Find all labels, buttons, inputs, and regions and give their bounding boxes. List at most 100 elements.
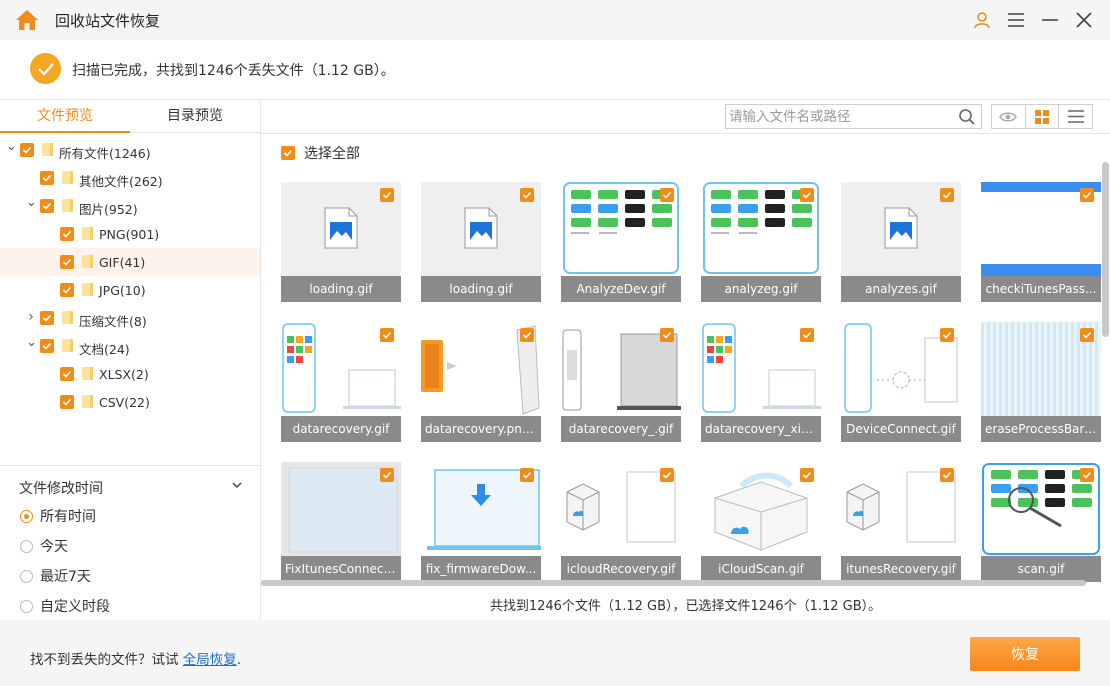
checkbox[interactable] (1080, 468, 1094, 482)
file-card[interactable]: DeviceConnect.gif (841, 322, 961, 442)
radio-button[interactable] (20, 539, 33, 553)
file-card[interactable]: analyzes.gif (841, 182, 961, 302)
file-card[interactable]: loading.gif (281, 182, 401, 302)
chevron-down-icon[interactable]: ⌄ (26, 336, 37, 349)
global-recovery-link[interactable]: 全局恢复 (183, 652, 237, 668)
file-name: datarecovery.png... (421, 416, 541, 442)
tree-node[interactable]: CSV(22) (0, 388, 260, 416)
file-card[interactable]: datarecovery_.gif (561, 322, 681, 442)
checkbox[interactable] (660, 188, 674, 202)
radio-last-7-days[interactable]: 最近7天 (20, 566, 91, 586)
checkbox[interactable] (800, 328, 814, 342)
minimize-icon[interactable] (1039, 9, 1061, 31)
global-recovery-hint: 找不到丢失的文件？试试 全局恢复. (30, 652, 242, 668)
radio-custom-range[interactable]: 自定义时段 (20, 596, 110, 616)
file-card[interactable]: scan.gif (981, 462, 1101, 582)
file-name: icloudRecovery.gif (561, 556, 681, 582)
chevron-down-icon[interactable]: ⌄ (26, 196, 37, 209)
user-icon[interactable] (971, 9, 993, 31)
checkbox[interactable] (60, 395, 74, 409)
file-card[interactable]: datarecovery.png... (421, 322, 541, 442)
checkbox[interactable] (660, 328, 674, 342)
tree-node[interactable]: ⌄ 文档(24) (0, 332, 260, 360)
checkbox[interactable] (1080, 188, 1094, 202)
tree-node[interactable]: XLSX(2) (0, 360, 260, 388)
file-card[interactable]: eraseProcessBar_... (981, 322, 1101, 442)
horizontal-scrollbar[interactable] (261, 580, 1086, 586)
recover-button[interactable]: 恢复 (970, 637, 1080, 671)
checkbox[interactable] (800, 468, 814, 482)
radio-button[interactable] (20, 509, 33, 523)
checkbox[interactable] (60, 227, 74, 241)
checkbox[interactable] (940, 328, 954, 342)
tab-file-preview[interactable]: 文件预览 (0, 100, 130, 133)
checkbox[interactable] (20, 143, 34, 157)
checkbox[interactable] (800, 188, 814, 202)
search-input[interactable] (729, 107, 954, 126)
checkbox[interactable] (40, 311, 54, 325)
checkbox[interactable] (40, 339, 54, 353)
file-card[interactable]: AnalyzeDev.gif (561, 182, 681, 302)
chevron-down-icon[interactable] (232, 480, 242, 490)
file-card[interactable]: FixItunesConnect.... (281, 462, 401, 582)
checkbox[interactable] (60, 255, 74, 269)
tree-node-label: 图片(952) (79, 202, 138, 217)
tab-directory-preview[interactable]: 目录预览 (130, 100, 260, 133)
folder-icon (82, 395, 93, 408)
checkbox[interactable] (40, 199, 54, 213)
file-card[interactable]: itunesRecovery.gif (841, 462, 961, 582)
file-name: AnalyzeDev.gif (561, 276, 681, 302)
menu-icon[interactable] (1005, 9, 1027, 31)
checkbox[interactable] (380, 468, 394, 482)
select-all-checkbox[interactable]: 选择全部 (281, 145, 360, 162)
search-icon[interactable] (958, 108, 976, 126)
checkbox[interactable] (1080, 328, 1094, 342)
file-name: iCloudScan.gif (701, 556, 821, 582)
tree-node[interactable]: ⌄ 图片(952) (0, 192, 260, 220)
checkbox[interactable] (940, 188, 954, 202)
file-card[interactable]: datarecovery_xiao... (701, 322, 821, 442)
tree-node-label: XLSX(2) (99, 367, 149, 382)
checkbox[interactable] (40, 171, 54, 185)
file-card[interactable]: loading.gif (421, 182, 541, 302)
checkbox[interactable] (60, 283, 74, 297)
home-icon[interactable] (15, 8, 39, 32)
folder-icon (62, 311, 73, 324)
radio-all-time[interactable]: 所有时间 (20, 506, 96, 526)
radio-button[interactable] (20, 599, 33, 613)
file-card[interactable]: iCloudScan.gif (701, 462, 821, 582)
file-name: scan.gif (981, 556, 1101, 582)
grid-view-button[interactable] (1026, 105, 1060, 128)
close-icon[interactable] (1073, 9, 1095, 31)
checkbox[interactable] (520, 328, 534, 342)
checkbox[interactable] (520, 468, 534, 482)
list-view-button[interactable] (1059, 105, 1092, 128)
checkbox[interactable] (520, 188, 534, 202)
file-card[interactable]: fix_firmwareDow... (421, 462, 541, 582)
checkbox[interactable] (380, 328, 394, 342)
tree-node[interactable]: 其他文件(262) (0, 164, 260, 192)
checkbox[interactable] (940, 468, 954, 482)
scan-status-bar: 扫描已完成，共找到1246个丢失文件（1.12 GB）。 (0, 40, 1110, 100)
preview-toggle-button[interactable] (992, 105, 1026, 128)
folder-icon (82, 367, 93, 380)
chevron-down-icon[interactable]: ⌄ (6, 140, 17, 153)
file-card[interactable]: icloudRecovery.gif (561, 462, 681, 582)
checkbox[interactable] (660, 468, 674, 482)
vertical-scrollbar[interactable] (1102, 162, 1109, 337)
tree-node[interactable]: GIF(41) (0, 248, 260, 276)
radio-today[interactable]: 今天 (20, 536, 68, 556)
tree-node[interactable]: JPG(10) (0, 276, 260, 304)
checkbox[interactable] (380, 188, 394, 202)
chevron-right-icon[interactable]: › (26, 310, 36, 324)
checkbox[interactable] (281, 146, 295, 160)
file-card[interactable]: datarecovery.gif (281, 322, 401, 442)
file-card[interactable]: analyzeg.gif (701, 182, 821, 302)
tree-node[interactable]: PNG(901) (0, 220, 260, 248)
tree-node[interactable]: ⌄ 所有文件(1246) (0, 136, 260, 164)
radio-button[interactable] (20, 569, 33, 583)
checkbox[interactable] (60, 367, 74, 381)
file-card[interactable]: checkiTunesPass... (981, 182, 1101, 302)
scan-complete-icon (30, 53, 61, 84)
tree-node[interactable]: › 压缩文件(8) (0, 304, 260, 332)
